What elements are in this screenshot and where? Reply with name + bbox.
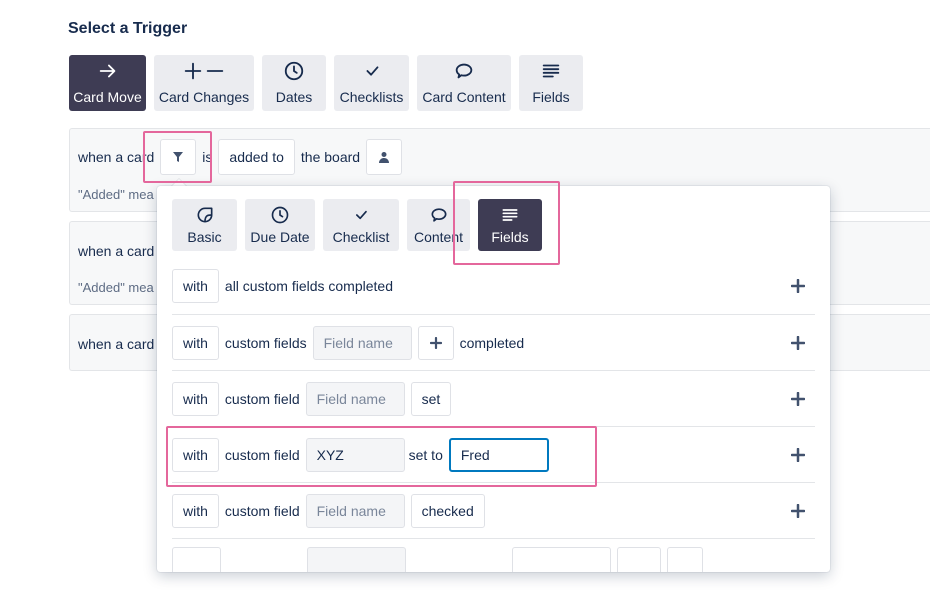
with-dropdown[interactable]: with [172,493,219,528]
field-trigger-row: with custom fields Field name completed [172,314,815,370]
field-name-input[interactable]: Field name [312,325,412,360]
filter-button[interactable] [160,139,197,175]
plus-minus-icon [184,62,224,80]
clock-icon [284,61,304,81]
field-name-input[interactable]: Field name [305,493,405,528]
with-dropdown[interactable]: with [172,381,219,416]
add-icon[interactable] [791,279,805,293]
clock-icon [271,206,289,224]
add-icon[interactable] [791,335,805,350]
page-title: Select a Trigger [68,20,188,37]
option-button[interactable] [667,547,703,572]
field-name-input[interactable]: XYZ [305,437,405,472]
tab-fields[interactable]: Fields [519,55,583,111]
sticker-icon [197,207,212,223]
date-input[interactable] [512,547,611,572]
field-name-input[interactable]: Field name [305,381,405,416]
tab-fields[interactable]: Fields [478,199,542,251]
field-name-input[interactable] [307,547,406,572]
tab-card-changes[interactable]: Card Changes [154,55,254,111]
tab-content[interactable]: Content [407,199,470,251]
with-dropdown[interactable]: with [172,437,219,472]
checkmark-icon [366,66,378,76]
speech-bubble-icon [455,63,473,79]
field-trigger-row [172,538,815,572]
time-input[interactable] [617,547,661,572]
state-dropdown[interactable]: checked [410,493,485,528]
field-trigger-row: with custom field Field name set [172,370,815,426]
field-value-input[interactable]: Fred [448,437,549,472]
trigger-hint: "Added" mea [78,280,154,295]
filter-icon [173,152,184,162]
with-dropdown[interactable]: with [172,269,219,303]
lines-icon [502,209,518,221]
checkmark-icon [356,210,367,220]
tab-card-content[interactable]: Card Content [417,55,511,111]
trigger-hint: "Added" mea [78,187,154,202]
speech-bubble-icon [431,208,446,222]
field-trigger-row: with custom field Field name checked [172,482,815,538]
add-field-button[interactable] [417,325,454,360]
state-dropdown[interactable]: set [410,381,452,416]
arrow-right-icon [99,64,115,78]
field-trigger-row: with custom field XYZ set to Fred [172,426,815,482]
trigger-sentence: when a card [78,336,155,352]
tab-checklists[interactable]: Checklists [334,55,409,111]
tab-basic[interactable]: Basic [172,199,237,251]
add-icon[interactable] [791,447,805,462]
filter-popover: Basic Due Date Checklist Content Fields … [157,186,830,572]
trigger-sentence: when a card is added to the board [78,139,403,175]
add-icon[interactable] [791,503,805,518]
tab-dates[interactable]: Dates [262,55,326,111]
tab-checklist[interactable]: Checklist [323,199,399,251]
with-dropdown[interactable] [172,547,221,572]
trigger-tabs: Card Move Card Changes Dates Checklists … [69,55,583,111]
tab-due-date[interactable]: Due Date [245,199,315,251]
plus-icon [429,336,442,349]
member-button[interactable] [366,139,403,175]
tab-card-move[interactable]: Card Move [69,55,146,111]
lines-icon [542,64,560,78]
popover-tabs: Basic Due Date Checklist Content Fields [172,199,542,251]
add-icon[interactable] [791,391,805,406]
with-dropdown[interactable]: with [172,325,219,360]
field-trigger-row: with all custom fields completed [172,258,815,314]
person-icon [379,152,390,163]
action-dropdown[interactable]: added to [218,139,295,175]
trigger-sentence: when a card [78,243,155,259]
